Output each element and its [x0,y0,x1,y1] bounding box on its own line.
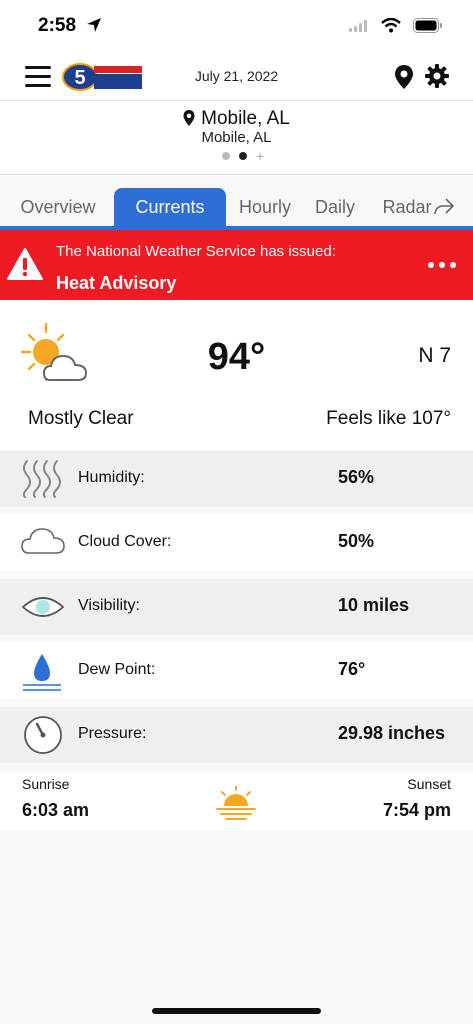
gear-icon [425,64,449,88]
more-dot [428,262,434,268]
humidity-icon [20,457,66,501]
tab-bar: Overview Currents Hourly Daily Radar [0,186,473,230]
humidity-label: Humidity: [78,469,145,486]
cloud-cover-label: Cloud Cover: [78,533,172,550]
humidity-value: 56% [338,467,375,487]
current-conditions: 94° N 7 Mostly Clear Feels like 107° [0,300,473,450]
detail-row-cloud-cover: Cloud Cover: 50% [0,515,473,571]
feels-like: Feels like 107° [326,408,451,429]
tab-radar-label: Radar [382,197,432,217]
cloud-icon [20,521,66,565]
tab-hourly[interactable]: Hourly [232,188,298,226]
current-temperature: 94° [207,336,266,378]
pressure-label: Pressure: [78,725,147,742]
alert-subtitle: The National Weather Service has issued: [56,243,336,260]
location-city: Mobile, AL [201,108,290,129]
alert-title: Heat Advisory [56,273,177,293]
status-bar: 2:58 [0,0,473,54]
dew-point-value: 76° [338,659,366,679]
warning-icon [6,247,44,286]
app-header: 5 July 21, 2022 [0,54,473,101]
status-indicators [349,17,443,38]
detail-row-dew-point: Dew Point: 76° [0,643,473,699]
wifi-icon [381,17,401,38]
visibility-label: Visibility: [78,597,140,614]
detail-row-pressure: Pressure: 29.98 inches [0,707,473,763]
sunset-time: 7:54 pm [382,800,451,820]
sunrise-time: 6:03 am [22,800,90,820]
sunset-label: Sunset [407,776,451,792]
home-indicator[interactable] [152,1008,321,1014]
tab-currents[interactable]: Currents [114,188,226,226]
tab-daily[interactable]: Daily [306,188,364,226]
droplet-icon [20,649,66,693]
location-arrow-icon [86,17,102,38]
weather-alert-banner[interactable]: The National Weather Service has issued:… [0,230,473,300]
location-page-indicator[interactable]: + [222,149,264,163]
eye-icon [20,585,66,629]
sunrise-sunset: Sunrise 6:03 am Sunset 7:54 pm [0,772,473,830]
more-options-button[interactable] [428,262,456,268]
tab-overview[interactable]: Overview [8,188,108,226]
share-arrow-icon [433,198,454,215]
status-time: 2:58 [38,15,77,36]
add-location-icon[interactable]: + [256,149,264,163]
location-pin-button[interactable] [394,65,414,94]
condition-text: Mostly Clear [28,408,134,429]
detail-row-visibility: Visibility: 10 miles [0,579,473,635]
detail-row-humidity: Humidity: 56% [0,451,473,507]
tab-radar[interactable]: Radar [376,188,460,226]
sunset-icon [214,785,258,825]
more-dot [439,262,445,268]
page-dot[interactable] [222,152,230,160]
visibility-value: 10 miles [338,595,410,615]
sunrise-label: Sunrise [22,776,70,792]
gauge-icon [20,713,66,757]
wind-reading: N 7 [418,344,451,367]
battery-icon [413,18,443,38]
menu-icon-line [25,84,51,87]
pressure-value: 29.98 inches [338,723,446,743]
settings-button[interactable] [425,64,449,93]
signal-icon [349,19,369,37]
location-selector[interactable]: Mobile, AL Mobile, AL + [0,101,473,175]
cloud-cover-value: 50% [338,531,375,551]
more-dot [450,262,456,268]
dew-point-label: Dew Point: [78,661,156,678]
location-secondary: Mobile, AL [201,129,272,146]
page-dot-active[interactable] [239,152,247,160]
